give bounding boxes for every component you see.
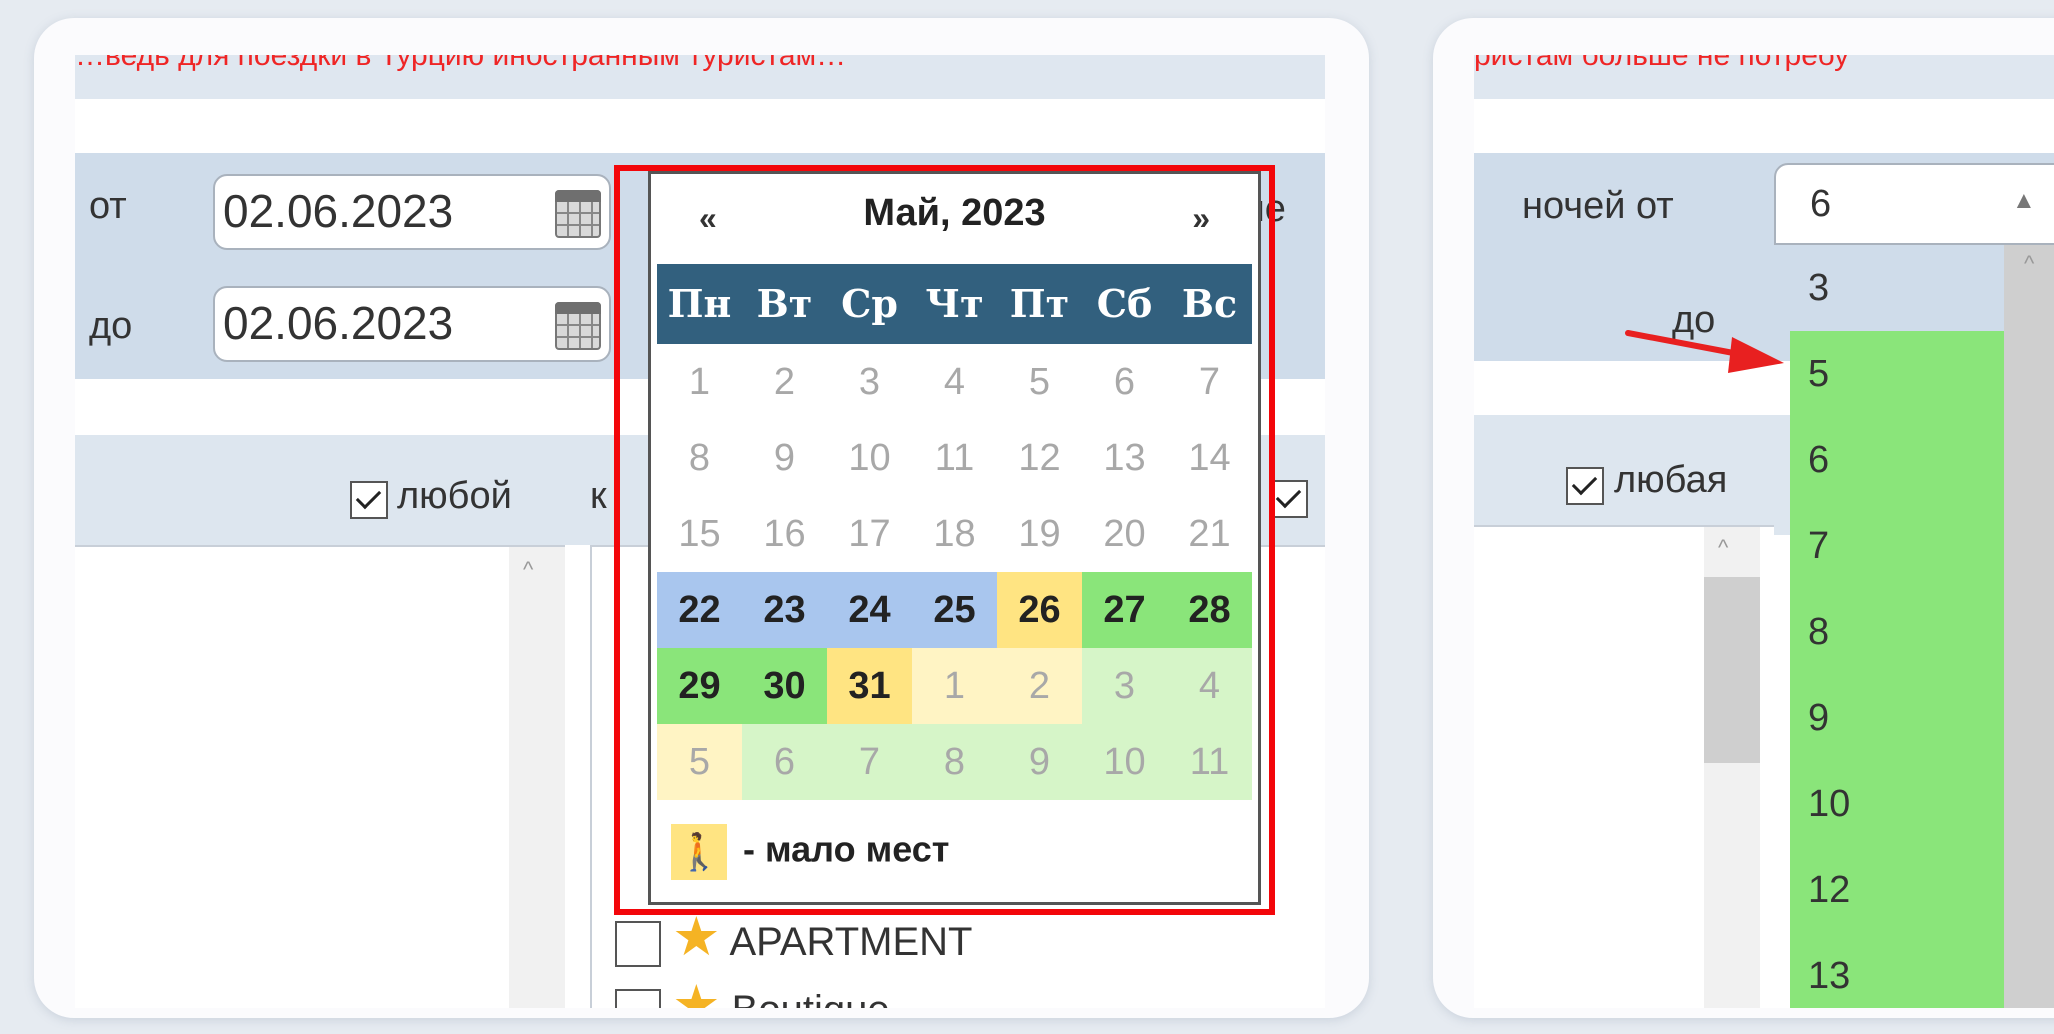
any-label: любой	[397, 475, 512, 517]
weekday-label: Вс	[1181, 281, 1238, 326]
calendar-day-cell[interactable]: 30	[742, 648, 827, 724]
calendar-day-cell[interactable]: 4	[1167, 648, 1252, 724]
dropdown-scrollbar[interactable]: ^	[2004, 245, 2054, 1008]
scroll-up-icon[interactable]: ^	[523, 557, 533, 583]
calendar-day-cell[interactable]: 5	[997, 344, 1082, 420]
region-list-scrollbar[interactable]: ^	[1704, 527, 1760, 1008]
calendar-day-cell[interactable]: 12	[997, 420, 1082, 496]
weekday-label: Сб	[1096, 281, 1153, 326]
calendar-week-row: 5 6 7 8 9 10 11	[657, 724, 1252, 800]
any-checkbox[interactable]	[1566, 467, 1604, 505]
calendar-day-cell[interactable]: 4	[912, 344, 997, 420]
calendar-day-cell[interactable]: 6	[742, 724, 827, 800]
weekday-label: Ср	[841, 281, 898, 326]
top-banner: ристам больше не потребу	[1474, 55, 2054, 99]
calendar-day-cell[interactable]: 16	[742, 496, 827, 572]
scroll-up-icon[interactable]: ^	[2024, 251, 2034, 277]
calendar-highlight-box: « Май, 2023 » Пн Вт Ср Чт Пт Сб Вс 1 2 3 4 5 6 7 8 9 10…	[614, 165, 1275, 915]
resort-list[interactable]	[75, 545, 565, 1008]
calendar-day-cell[interactable]: 28	[1167, 572, 1252, 648]
date-from-input[interactable]: 02.06.2023	[213, 174, 611, 250]
calendar-day-cell[interactable]: 27	[1082, 572, 1167, 648]
calendar-day-cell[interactable]: 3	[1082, 648, 1167, 724]
calendar-legend: 🚶 - мало мест	[671, 824, 949, 880]
weekday-label: Вт	[756, 281, 813, 326]
calendar-day-cell[interactable]: 24	[827, 572, 912, 648]
star-icon: ★	[672, 907, 721, 967]
calendar-day-cell[interactable]: 21	[1167, 496, 1252, 572]
calendar-week-row: 8 9 10 11 12 13 14	[657, 420, 1252, 496]
any-checkbox[interactable]	[350, 481, 388, 519]
calendar-day-cell[interactable]: 11	[1167, 724, 1252, 800]
calendar-day-cell[interactable]: 14	[1167, 420, 1252, 496]
calendar-day-cell[interactable]: 19	[997, 496, 1082, 572]
calendar-week-row: 15 16 17 18 19 20 21	[657, 496, 1252, 572]
next-month-button[interactable]: »	[1192, 200, 1210, 237]
calendar-day-cell[interactable]: 8	[912, 724, 997, 800]
top-banner: …ведь для поездки в Турцию иностранным т…	[75, 55, 1325, 99]
weekday-label: Пт	[1009, 281, 1070, 326]
date-from-label: от	[89, 185, 127, 227]
resort-list-scrollbar[interactable]: ^	[509, 547, 565, 1008]
weekday-label: Пн	[667, 281, 732, 326]
calendar-week-row: 22 23 24 25 26 27 28	[657, 572, 1252, 648]
calendar-day-cell[interactable]: 31	[827, 648, 912, 724]
star-icon: ★	[672, 975, 721, 1008]
hotel-category-checkbox[interactable]	[615, 989, 661, 1008]
weekday-header: Пн Вт Ср Чт Пт Сб Вс	[657, 264, 1252, 344]
calendar-days-grid: 1 2 3 4 5 6 7 8 9 10 11 12 13 14 15 16 17 18 19 20 21 22 23 24 2…	[657, 344, 1252, 800]
calendar-day-cell[interactable]: 20	[1082, 496, 1167, 572]
right-screenshot: ристам больше не потребу ночей от до 6 ▲…	[1474, 55, 2054, 1008]
calendar-day-cell[interactable]: 9	[742, 420, 827, 496]
calendar-day-cell[interactable]: 8	[657, 420, 742, 496]
scrollbar-thumb[interactable]	[1704, 577, 1760, 763]
calendar-popup: « Май, 2023 » Пн Вт Ср Чт Пт Сб Вс 1 2 3 4 5 6 7 8 9 10…	[648, 171, 1261, 905]
nights-from-label: ночей от	[1522, 185, 1674, 227]
calendar-day-cell[interactable]: 22	[657, 572, 742, 648]
calendar-day-cell[interactable]: 23	[742, 572, 827, 648]
left-screenshot: …ведь для поездки в Турцию иностранным т…	[75, 55, 1325, 1008]
calendar-month-title: Май, 2023	[863, 192, 1046, 234]
calendar-icon[interactable]	[555, 302, 601, 350]
calendar-day-cell[interactable]: 6	[1082, 344, 1167, 420]
calendar-day-cell[interactable]: 7	[1167, 344, 1252, 420]
calendar-day-cell[interactable]: 1	[657, 344, 742, 420]
weekday-label: Чт	[925, 281, 984, 326]
calendar-day-cell[interactable]: 10	[1082, 724, 1167, 800]
date-to-input[interactable]: 02.06.2023	[213, 286, 611, 362]
calendar-day-cell[interactable]: 26	[997, 572, 1082, 648]
calendar-day-cell[interactable]: 5	[657, 724, 742, 800]
calendar-day-cell[interactable]: 3	[827, 344, 912, 420]
hotel-category-checkbox[interactable]	[615, 921, 661, 968]
date-to-label: до	[89, 305, 133, 347]
calendar-icon[interactable]	[555, 190, 601, 238]
chevron-up-icon[interactable]: ▲	[2012, 187, 2036, 215]
red-arrow-icon	[1625, 330, 1784, 373]
calendar-day-cell[interactable]: 7	[827, 724, 912, 800]
few-places-icon: 🚶	[671, 824, 727, 880]
calendar-week-row: 29 30 31 1 2 3 4	[657, 648, 1252, 724]
category-all-checkbox[interactable]	[1270, 480, 1308, 518]
calendar-day-cell[interactable]: 13	[1082, 420, 1167, 496]
calendar-day-cell[interactable]: 9	[997, 724, 1082, 800]
any-label: любая	[1614, 459, 1728, 501]
calendar-day-cell[interactable]: 11	[912, 420, 997, 496]
nights-from-select[interactable]: 6 ▲	[1774, 163, 2054, 245]
calendar-day-cell[interactable]: 25	[912, 572, 997, 648]
calendar-day-cell[interactable]: 2	[997, 648, 1082, 724]
scroll-up-icon[interactable]: ^	[1718, 535, 1728, 561]
category-label-cut: к	[590, 475, 607, 517]
calendar-day-cell[interactable]: 10	[827, 420, 912, 496]
calendar-day-cell[interactable]: 15	[657, 496, 742, 572]
calendar-day-cell[interactable]: 1	[912, 648, 997, 724]
calendar-day-cell[interactable]: 17	[827, 496, 912, 572]
calendar-day-cell[interactable]: 29	[657, 648, 742, 724]
hotel-category-row[interactable]: ★ Boutique	[615, 973, 890, 1008]
calendar-day-cell[interactable]: 18	[912, 496, 997, 572]
calendar-day-cell[interactable]: 2	[742, 344, 827, 420]
calendar-week-row: 1234567	[657, 344, 1252, 420]
